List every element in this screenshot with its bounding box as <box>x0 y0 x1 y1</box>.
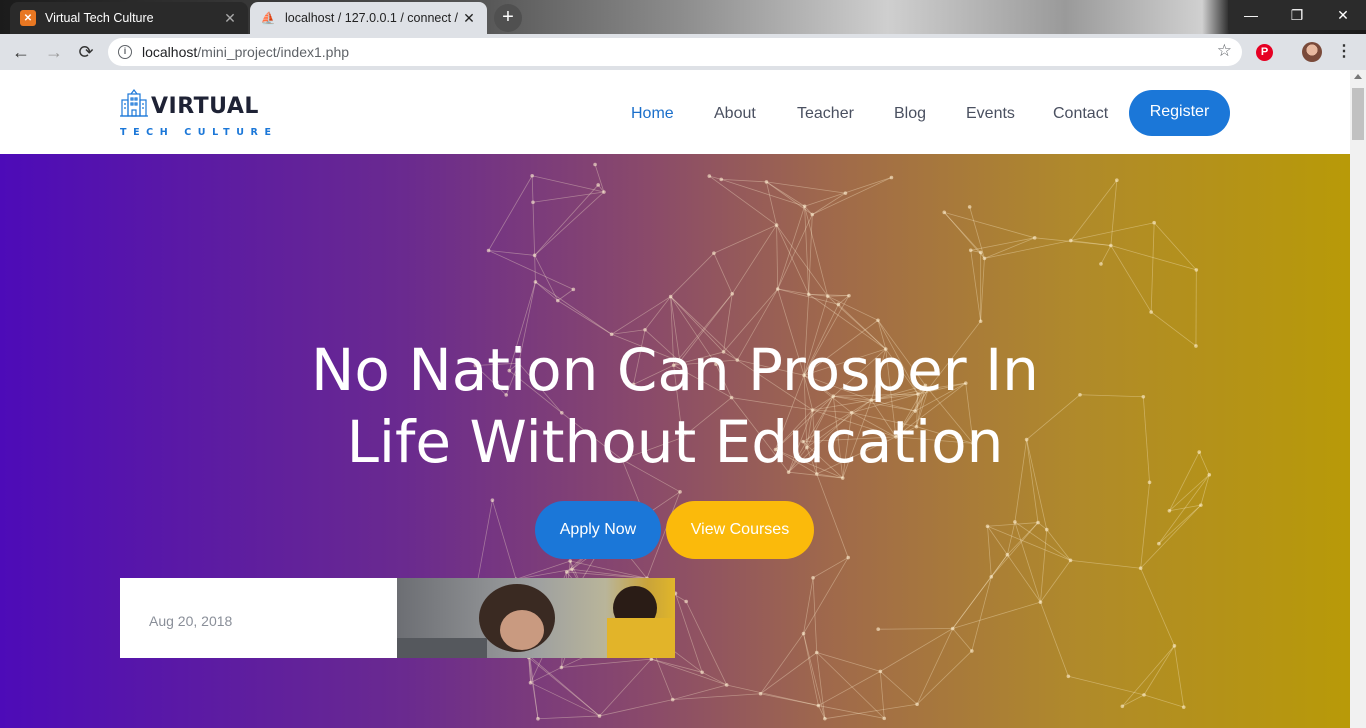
logo-sub-text: TECH CULTURE <box>120 127 278 138</box>
event-image[interactable] <box>397 578 675 658</box>
nav-contact[interactable]: Contact <box>1053 105 1108 123</box>
close-window-button[interactable]: ✕ <box>1320 0 1366 30</box>
building-icon <box>120 89 148 117</box>
info-icon[interactable]: i <box>118 45 132 59</box>
url-path: /mini_project/index1.php <box>197 44 350 60</box>
site-header: VIRTUAL TECH CULTURE Home About Teacher … <box>0 70 1350 154</box>
hero-title-line-1: No Nation Can Prosper In <box>311 336 1039 404</box>
browser-titlebar: ✕ Virtual Tech Culture ✕ ⛵ localhost / 1… <box>0 0 1366 34</box>
event-card[interactable]: Aug 20, 2018 <box>120 578 397 658</box>
nav-events[interactable]: Events <box>966 105 1015 123</box>
nav-home[interactable]: Home <box>631 105 674 123</box>
phpmyadmin-icon: ⛵ <box>260 11 276 25</box>
scroll-up-icon[interactable] <box>1354 74 1362 79</box>
view-courses-button[interactable]: View Courses <box>666 501 814 559</box>
hero-title: No Nation Can Prosper In Life Without Ed… <box>0 334 1350 478</box>
minimize-button[interactable]: — <box>1228 0 1274 30</box>
browser-toolbar: ← → ⟳ i localhost/mini_project/index1.ph… <box>0 34 1366 70</box>
restore-button[interactable]: ❐ <box>1274 0 1320 30</box>
apply-now-button[interactable]: Apply Now <box>535 501 661 559</box>
new-tab-button[interactable]: + <box>494 4 522 32</box>
tab-virtual-tech-culture[interactable]: ✕ Virtual Tech Culture ✕ <box>10 2 248 34</box>
nav-teacher[interactable]: Teacher <box>797 105 854 123</box>
menu-icon[interactable]: ⋮ <box>1336 42 1352 62</box>
close-icon[interactable]: ✕ <box>222 10 238 27</box>
students-photo <box>397 584 675 658</box>
tab-phpmyadmin[interactable]: ⛵ localhost / 127.0.0.1 / connect / f ✕ <box>250 2 487 34</box>
tab-title: localhost / 127.0.0.1 / connect / f <box>285 11 461 25</box>
close-icon[interactable]: ✕ <box>461 10 477 27</box>
pinterest-icon[interactable]: P <box>1256 44 1273 61</box>
nav-blog[interactable]: Blog <box>894 105 926 123</box>
address-bar[interactable]: i localhost/mini_project/index1.php ☆ <box>108 38 1242 66</box>
page-scrollbar[interactable] <box>1350 70 1366 728</box>
logo-main-text: VIRTUAL <box>151 94 259 119</box>
url-host: localhost <box>142 44 198 60</box>
hero-title-line-2: Life Without Education <box>346 408 1004 476</box>
tab-title: Virtual Tech Culture <box>45 11 154 25</box>
avatar[interactable] <box>1302 42 1322 62</box>
event-date: Aug 20, 2018 <box>149 613 233 629</box>
page-viewport: VIRTUAL TECH CULTURE Home About Teacher … <box>0 70 1350 728</box>
star-icon[interactable]: ☆ <box>1217 41 1232 61</box>
back-button[interactable]: ← <box>9 40 33 64</box>
nav-about[interactable]: About <box>714 105 756 123</box>
register-button[interactable]: Register <box>1129 90 1230 136</box>
reload-button[interactable]: ⟳ <box>74 40 98 64</box>
forward-button[interactable]: → <box>42 40 66 64</box>
scrollbar-thumb[interactable] <box>1352 88 1364 140</box>
xampp-icon: ✕ <box>20 10 36 26</box>
